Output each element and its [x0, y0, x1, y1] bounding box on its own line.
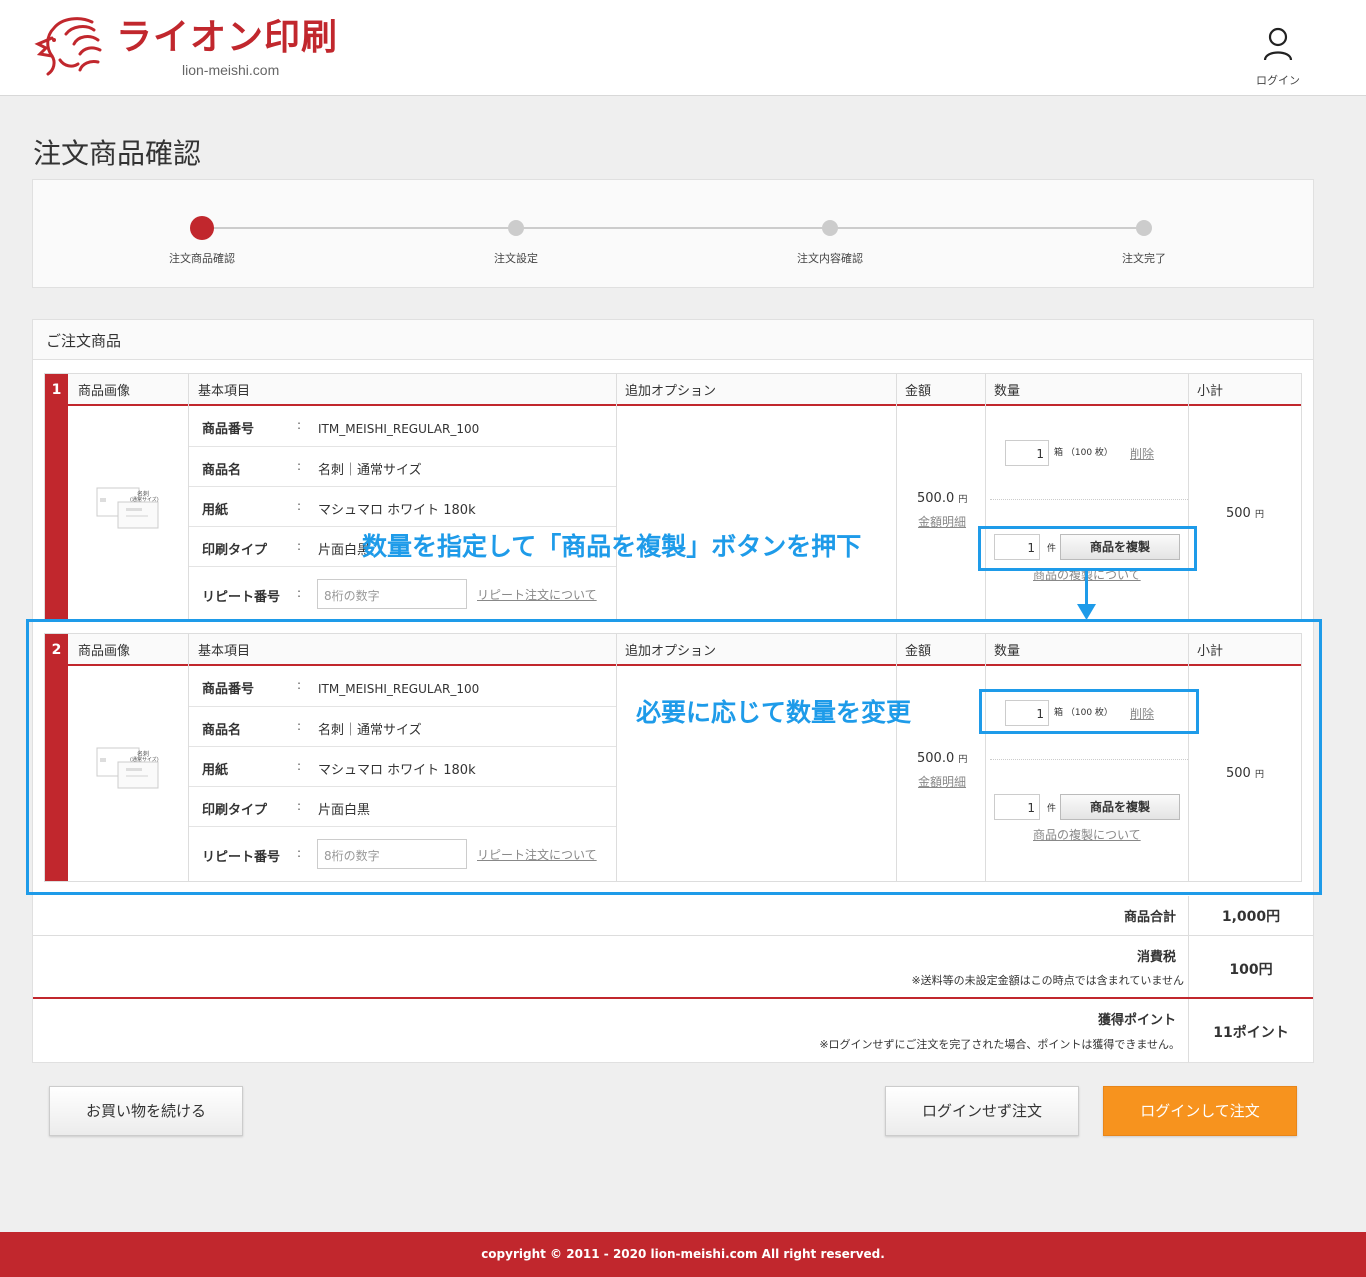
tax-value: 100円 [1229, 962, 1273, 978]
step-label-review: 注文内容確認 [797, 252, 863, 265]
tax-label: 消費税 [1136, 950, 1176, 965]
divider [985, 374, 986, 621]
field-label: リピート番号 [202, 590, 281, 605]
annotation-quantity-box [979, 689, 1199, 734]
step-label-settings: 注文設定 [494, 252, 538, 265]
thumbnail-subtitle: (通常サイズ) [130, 497, 159, 503]
unit-price: 500.0 円 [917, 491, 968, 506]
step-label-complete: 注文完了 [1122, 252, 1166, 265]
paper-type: マシュマロ ホワイト 180k [318, 503, 476, 518]
quantity-input[interactable]: 1 [1005, 440, 1049, 466]
order-item-1 [44, 373, 1302, 621]
col-image: 商品画像 [78, 384, 131, 399]
login-order-button[interactable]: ログインして注文 [1103, 1086, 1297, 1136]
login-link[interactable]: ログイン [1252, 72, 1304, 88]
brand-name[interactable]: ライオン印刷 [116, 16, 338, 60]
separator: : [297, 539, 302, 553]
separator: : [297, 499, 302, 513]
points-label: 獲得ポイント [1097, 1013, 1176, 1028]
row-divider [990, 499, 1188, 500]
divider [1188, 374, 1189, 621]
annotation-copy-box [978, 526, 1197, 571]
goods-total-label: 商品合計 [1123, 910, 1176, 925]
row-divider [189, 446, 616, 447]
copyright: copyright © 2011 - 2020 lion-meishi.com … [481, 1247, 885, 1261]
points-note: ※ログインせずにご注文を完了された場合、ポイントは獲得できません。 [819, 1038, 1180, 1051]
points-value: 11ポイント [1213, 1025, 1289, 1041]
progress-steps [32, 179, 1314, 288]
product-name: 名刺｜通常サイズ [318, 463, 422, 478]
annotation-change-text: 必要に応じて数量を変更 [636, 698, 912, 727]
progress-line [202, 227, 1144, 229]
repeat-number-input[interactable]: 8桁の数字 [317, 579, 467, 609]
col-price: 金額 [905, 384, 932, 399]
separator: : [297, 418, 302, 432]
price-detail-link[interactable]: 金額明細 [918, 513, 966, 530]
user-icon[interactable] [1262, 26, 1294, 62]
quantity-unit: 箱 （100 枚） [1054, 448, 1113, 458]
field-label: 用紙 [202, 503, 229, 518]
step-dot [508, 220, 524, 236]
continue-shopping-button[interactable]: お買い物を続ける [49, 1086, 243, 1136]
step-label-confirm-items: 注文商品確認 [169, 252, 235, 265]
divider [616, 374, 617, 621]
tax-note: ※送料等の未設定金額はこの時点では含まれていません [911, 974, 1184, 987]
row-divider [189, 486, 616, 487]
step-dot-active [190, 216, 214, 240]
arrow-down-icon [1077, 604, 1096, 620]
step-dot [1136, 220, 1152, 236]
col-options: 追加オプション [625, 384, 717, 399]
field-label: 印刷タイプ [202, 543, 268, 558]
order-section-title: ご注文商品 [46, 332, 122, 350]
row-divider [189, 566, 616, 567]
delete-link[interactable]: 削除 [1130, 445, 1154, 462]
divider [896, 374, 897, 621]
guest-order-button[interactable]: ログインせず注文 [885, 1086, 1079, 1136]
business-card-thumbnail [96, 487, 159, 529]
col-subtotal: 小計 [1197, 384, 1224, 399]
divider [188, 374, 189, 621]
separator: : [297, 586, 302, 600]
annotation-copy-text: 数量を指定して「商品を複製」ボタンを押下 [362, 532, 862, 561]
totals-divider-red [33, 997, 1313, 999]
product-code: ITM_MEISHI_REGULAR_100 [318, 422, 480, 436]
lion-logo-icon[interactable] [32, 14, 108, 80]
field-label: 商品名 [202, 463, 242, 478]
annotation-item-box [26, 619, 1322, 895]
brand-domain: lion-meishi.com [182, 62, 280, 78]
goods-total-value: 1,000円 [1221, 909, 1281, 925]
item-subtotal: 500 円 [1226, 506, 1264, 521]
page-title: 注文商品確認 [33, 137, 202, 170]
repeat-order-info-link[interactable]: リピート注文について [477, 586, 597, 603]
totals-divider [33, 935, 1313, 936]
separator: : [297, 459, 302, 473]
col-quantity: 数量 [994, 384, 1021, 399]
item-number: 1 [45, 374, 68, 621]
step-dot [822, 220, 838, 236]
col-basic: 基本項目 [198, 384, 251, 399]
order-panel-header [33, 320, 1313, 360]
field-label: 商品番号 [202, 422, 255, 437]
